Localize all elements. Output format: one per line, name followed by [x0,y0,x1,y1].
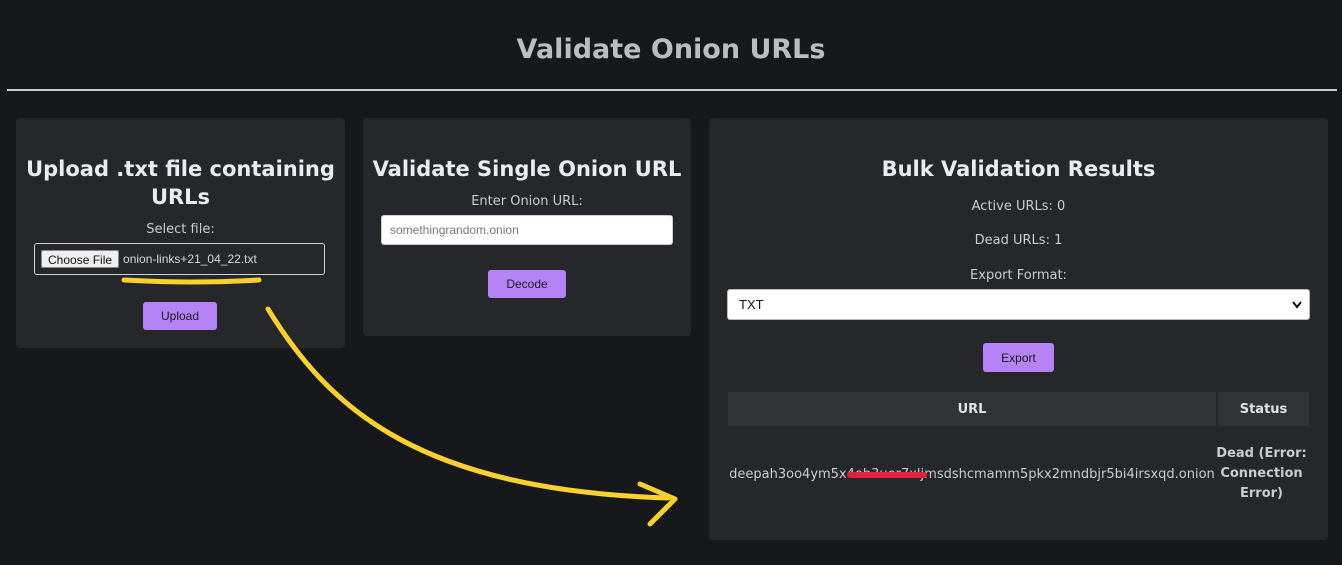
file-input[interactable]: Choose File onion-links+21_04_22.txt [34,243,325,275]
chevron-down-icon [1291,290,1303,329]
single-url-card: Validate Single Onion URL Enter Onion UR… [363,118,691,336]
export-format-label: Export Format: [970,268,1067,283]
page-title: Validate Onion URLs [516,34,826,65]
selected-file-name: onion-links+21_04_22.txt [123,252,257,266]
table-header: URL Status [728,392,1309,426]
export-format-value: TXT [739,297,764,312]
choose-file-button[interactable]: Choose File [41,250,120,268]
single-url-heading: Validate Single Onion URL [372,157,682,181]
row-status: Dead (Error: Connection Error) [1216,446,1307,501]
onion-url-input[interactable]: somethingrandom.onion [381,215,673,245]
decode-button[interactable]: Decode [488,270,566,298]
select-file-label: Select file: [146,222,215,237]
status-column-header: Status [1239,401,1288,417]
arrowhead-icon [637,481,678,527]
title-divider [7,89,1337,91]
url-column-header: URL [728,392,1218,426]
upload-button[interactable]: Upload [143,302,217,330]
export-button[interactable]: Export [983,343,1054,372]
export-format-select[interactable]: TXT [727,289,1310,320]
onion-url-label: Enter Onion URL: [471,194,583,209]
bulk-results-heading: Bulk Validation Results [881,157,1156,181]
results-table: URL Status deepah3oo4ym5x4oh3uer7xljmsds… [728,392,1309,522]
table-row: deepah3oo4ym5x4oh3uer7xljmsdshcmamm5pkx2… [728,426,1309,522]
dead-urls-count: Dead URLs: 1 [974,233,1063,248]
row-url-text: deepah3oo4ym5x4oh3uer7xljmsdshcmamm5pkx2… [729,466,1215,482]
row-url: deepah3oo4ym5x4oh3uer7xljmsdshcmamm5pkx2… [728,426,1216,522]
upload-heading: Upload .txt file containing URLs [26,157,335,209]
upload-card: Upload .txt file containing URLs Select … [16,118,345,348]
active-urls-count: Active URLs: 0 [971,199,1066,214]
redaction-mark [847,472,927,478]
bulk-results-card: Bulk Validation Results Active URLs: 0 D… [709,118,1328,540]
